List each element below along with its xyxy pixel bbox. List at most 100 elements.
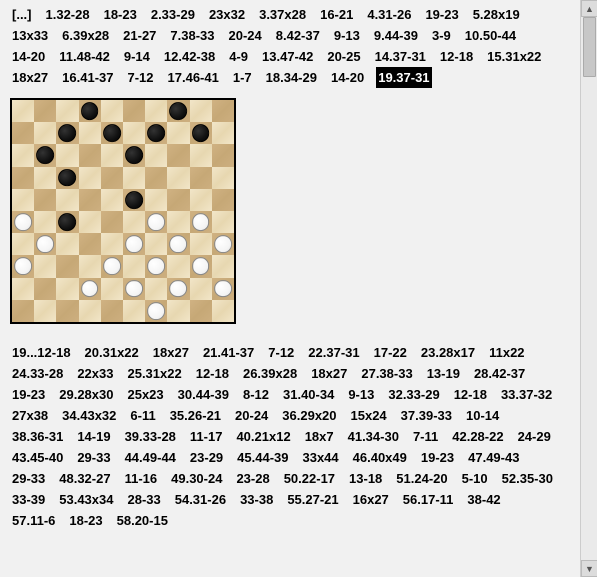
- move-token[interactable]: 23.28x17: [419, 342, 477, 363]
- white-piece[interactable]: [125, 235, 143, 253]
- dark-square[interactable]: [12, 255, 34, 277]
- move-token[interactable]: 19-23: [419, 447, 456, 468]
- dark-square[interactable]: [34, 189, 56, 211]
- move-token[interactable]: 23-28: [234, 468, 271, 489]
- move-token[interactable]: 8.42-37: [274, 25, 322, 46]
- move-token[interactable]: 44.49-44: [123, 447, 178, 468]
- move-token[interactable]: 7-12: [266, 342, 296, 363]
- white-piece[interactable]: [192, 258, 210, 276]
- dark-square[interactable]: [34, 278, 56, 300]
- dark-square[interactable]: [190, 167, 212, 189]
- move-token[interactable]: 16.41-37: [60, 67, 115, 88]
- dark-square[interactable]: [167, 278, 189, 300]
- dark-square[interactable]: [56, 300, 78, 322]
- dark-square[interactable]: [12, 300, 34, 322]
- move-token[interactable]: 12-18: [452, 384, 489, 405]
- move-token[interactable]: 2.33-29: [149, 4, 197, 25]
- dark-square[interactable]: [79, 278, 101, 300]
- black-piece[interactable]: [192, 124, 210, 142]
- move-token[interactable]: 18-23: [102, 4, 139, 25]
- move-token[interactable]: 48.32-27: [57, 468, 112, 489]
- move-token[interactable]: 14-20: [10, 46, 47, 67]
- dark-square[interactable]: [212, 233, 234, 255]
- white-piece[interactable]: [214, 280, 232, 298]
- black-piece[interactable]: [59, 169, 77, 187]
- move-token[interactable]: 38.36-31: [10, 426, 65, 447]
- move-token[interactable]: 17.46-41: [166, 67, 221, 88]
- move-token[interactable]: 11x22: [487, 342, 526, 363]
- move-token[interactable]: 50.22-17: [282, 468, 337, 489]
- move-token[interactable]: 46.40x49: [351, 447, 409, 468]
- move-token[interactable]: 23x32: [207, 4, 247, 25]
- move-token[interactable]: 1.32-28: [44, 4, 92, 25]
- move-token[interactable]: 1-7: [231, 67, 254, 88]
- white-piece[interactable]: [147, 302, 165, 320]
- move-token[interactable]: 53.43x34: [57, 489, 115, 510]
- white-piece[interactable]: [36, 235, 54, 253]
- dark-square[interactable]: [123, 144, 145, 166]
- move-token[interactable]: 9-13: [332, 25, 362, 46]
- dark-square[interactable]: [167, 233, 189, 255]
- move-token[interactable]: 5-10: [460, 468, 490, 489]
- move-token[interactable]: 33-38: [238, 489, 275, 510]
- move-token[interactable]: 39.33-28: [123, 426, 178, 447]
- move-token[interactable]: 15x24: [349, 405, 389, 426]
- dark-square[interactable]: [101, 167, 123, 189]
- move-token[interactable]: 15.31x22: [485, 46, 543, 67]
- dark-square[interactable]: [212, 278, 234, 300]
- move-token[interactable]: 43.45-40: [10, 447, 65, 468]
- move-token[interactable]: 27.38-33: [359, 363, 414, 384]
- move-token[interactable]: 36.29x20: [280, 405, 338, 426]
- move-token[interactable]: 19-23: [423, 4, 460, 25]
- move-token[interactable]: 7-11: [411, 426, 440, 447]
- black-piece[interactable]: [81, 102, 99, 120]
- move-token[interactable]: 14.37-31: [373, 46, 428, 67]
- dark-square[interactable]: [190, 211, 212, 233]
- move-token[interactable]: 28.42-37: [472, 363, 527, 384]
- vertical-scrollbar[interactable]: ▲ ▼: [580, 0, 597, 577]
- black-piece[interactable]: [103, 124, 121, 142]
- move-token[interactable]: 27x38: [10, 405, 50, 426]
- move-token[interactable]: 14-19: [75, 426, 112, 447]
- dark-square[interactable]: [145, 300, 167, 322]
- black-piece[interactable]: [59, 124, 77, 142]
- dark-square[interactable]: [79, 233, 101, 255]
- dark-square[interactable]: [56, 167, 78, 189]
- move-token[interactable]: 29-33: [10, 468, 47, 489]
- dark-square[interactable]: [190, 300, 212, 322]
- current-move[interactable]: 19.37-31: [376, 67, 431, 88]
- move-token[interactable]: 22x33: [75, 363, 115, 384]
- move-token[interactable]: 9-13: [346, 384, 376, 405]
- move-token[interactable]: 31.40-34: [281, 384, 336, 405]
- move-token[interactable]: 51.24-20: [394, 468, 449, 489]
- move-token[interactable]: 33.37-32: [499, 384, 554, 405]
- move-token[interactable]: 11-17: [188, 426, 225, 447]
- white-piece[interactable]: [170, 235, 188, 253]
- scroll-thumb[interactable]: [583, 17, 596, 77]
- dark-square[interactable]: [79, 100, 101, 122]
- move-token[interactable]: 33-39: [10, 489, 47, 510]
- dark-square[interactable]: [12, 167, 34, 189]
- move-token[interactable]: 17-22: [372, 342, 409, 363]
- move-token[interactable]: 58.20-15: [115, 510, 170, 531]
- move-token[interactable]: 18.34-29: [264, 67, 319, 88]
- move-token[interactable]: 8-12: [241, 384, 271, 405]
- move-token[interactable]: 10-14: [464, 405, 501, 426]
- move-token[interactable]: 16x27: [351, 489, 391, 510]
- dark-square[interactable]: [123, 233, 145, 255]
- dark-square[interactable]: [101, 122, 123, 144]
- move-token[interactable]: 24.33-28: [10, 363, 65, 384]
- white-piece[interactable]: [14, 213, 32, 231]
- move-token[interactable]: 18x27: [309, 363, 349, 384]
- move-token[interactable]: 29-33: [75, 447, 112, 468]
- move-token[interactable]: 18-23: [67, 510, 104, 531]
- move-token[interactable]: 22.37-31: [306, 342, 361, 363]
- dark-square[interactable]: [212, 100, 234, 122]
- dark-square[interactable]: [145, 255, 167, 277]
- white-piece[interactable]: [14, 258, 32, 276]
- dark-square[interactable]: [123, 100, 145, 122]
- move-token[interactable]: 52.35-30: [500, 468, 555, 489]
- black-piece[interactable]: [59, 213, 77, 231]
- white-piece[interactable]: [125, 280, 143, 298]
- dark-square[interactable]: [101, 300, 123, 322]
